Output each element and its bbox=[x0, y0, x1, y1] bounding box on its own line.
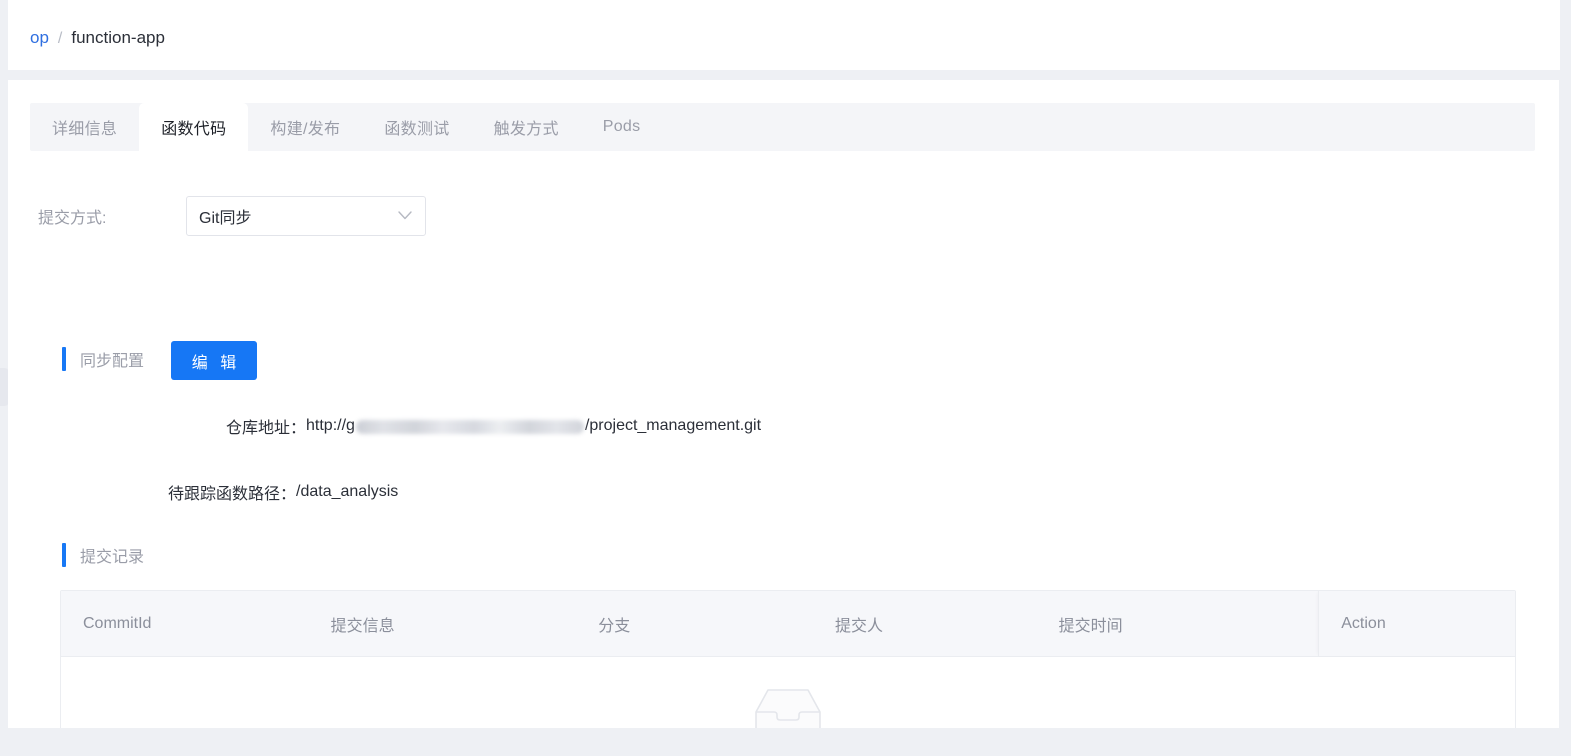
breadcrumb-current-function-app: function-app bbox=[71, 28, 165, 47]
column-header-commit-message: 提交信息 bbox=[330, 617, 395, 635]
page-root: op / function-app 详细信息 函数代码 构建/发布 函数测试 触… bbox=[0, 0, 1571, 756]
repo-url-redacted-region bbox=[355, 420, 584, 434]
repo-url-suffix: /project_management.git bbox=[584, 417, 762, 434]
repo-address-label: 仓库地址： bbox=[226, 420, 307, 437]
chevron-down-icon bbox=[398, 207, 412, 225]
column-header-commit-id: CommitId bbox=[83, 614, 152, 632]
edit-button[interactable]: 编 辑 bbox=[171, 341, 257, 380]
sync-config-title: 同步配置 bbox=[80, 353, 145, 370]
column-header-branch: 分支 bbox=[598, 617, 631, 635]
repo-url-prefix: http://g bbox=[306, 417, 355, 434]
breadcrumb-link-op[interactable]: op bbox=[30, 26, 49, 50]
column-header-action: Action bbox=[1318, 591, 1515, 656]
tab-trigger-method[interactable]: 触发方式 bbox=[472, 103, 581, 151]
breadcrumb: op / function-app bbox=[30, 26, 165, 51]
tracked-path-label: 待跟踪函数路径： bbox=[168, 486, 297, 503]
commit-records-section-header: 提交记录 bbox=[62, 543, 144, 567]
main-content-card: 详细信息 函数代码 构建/发布 函数测试 触发方式 Pods 提交方式: Git… bbox=[8, 80, 1559, 756]
breadcrumb-separator: / bbox=[57, 30, 63, 47]
column-header-committer: 提交人 bbox=[834, 617, 883, 635]
section-accent-bar bbox=[62, 543, 66, 567]
tracked-path-value: /data_analysis bbox=[296, 483, 399, 500]
tab-pods[interactable]: Pods bbox=[581, 103, 663, 151]
sync-config-section-header: 同步配置 bbox=[62, 347, 144, 371]
commit-records-title: 提交记录 bbox=[80, 549, 145, 566]
tracked-path-line: 待跟踪函数路径： /data_analysis bbox=[168, 480, 398, 504]
tab-function-test[interactable]: 函数测试 bbox=[362, 103, 471, 151]
submit-method-select[interactable]: Git同步 bbox=[186, 196, 426, 236]
repo-address-line: 仓库地址： http://g /project_management.git bbox=[226, 414, 761, 438]
tab-details[interactable]: 详细信息 bbox=[30, 103, 139, 151]
tab-build-release[interactable]: 构建/发布 bbox=[248, 103, 362, 151]
submit-method-row: 提交方式: Git同步 bbox=[38, 196, 426, 236]
column-header-commit-time: 提交时间 bbox=[1058, 617, 1123, 635]
submit-method-value: Git同步 bbox=[199, 210, 252, 227]
table-header-row: CommitId 提交信息 分支 提交人 提交时间 Action bbox=[61, 591, 1515, 657]
section-accent-bar bbox=[62, 347, 66, 371]
tab-bar: 详细信息 函数代码 构建/发布 函数测试 触发方式 Pods bbox=[30, 103, 1535, 151]
breadcrumb-bar: op / function-app bbox=[8, 0, 1560, 70]
page-bottom-strip bbox=[0, 728, 1571, 756]
tab-function-code[interactable]: 函数代码 bbox=[139, 103, 249, 151]
submit-method-label: 提交方式: bbox=[38, 210, 107, 227]
